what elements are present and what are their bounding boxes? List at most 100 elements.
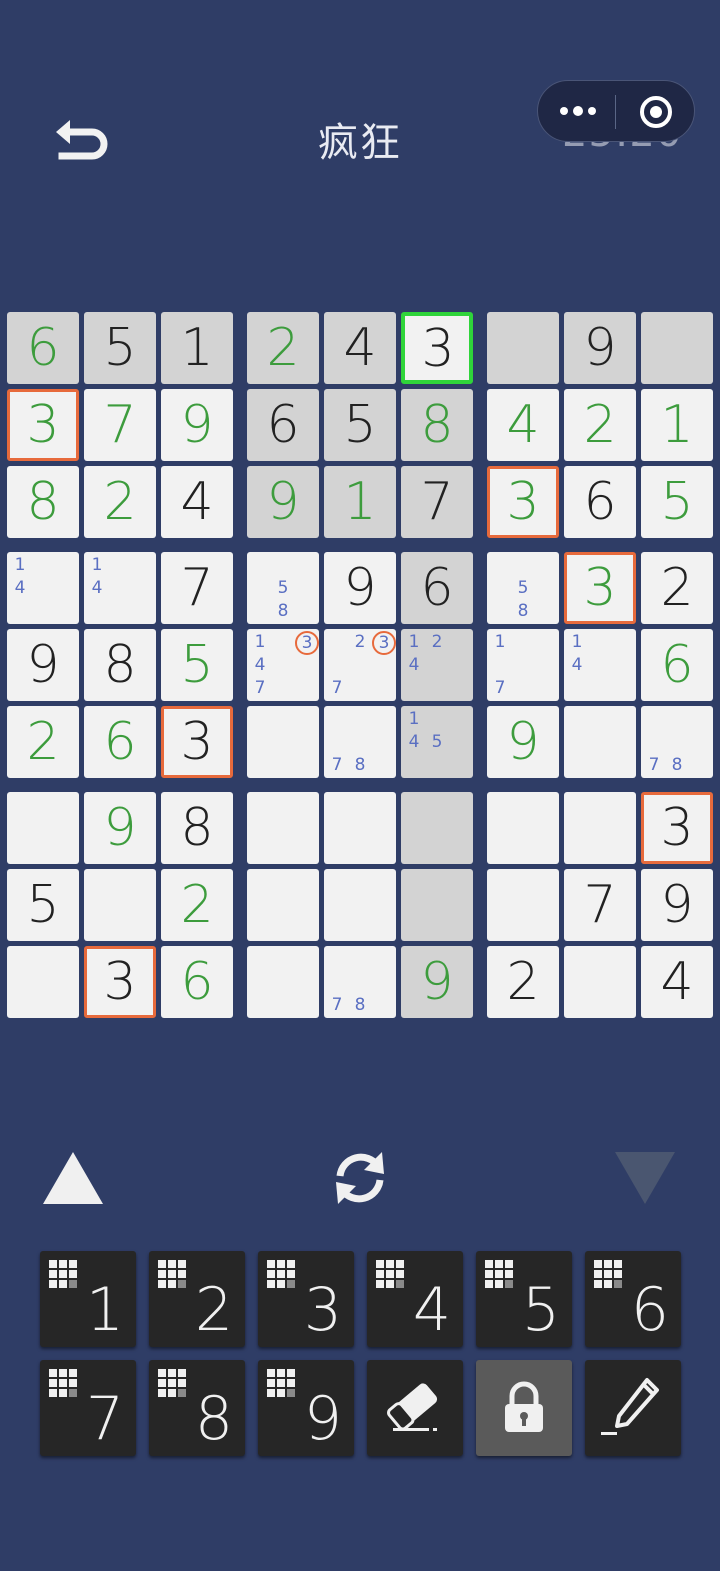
cell-r7c9[interactable]: 3	[641, 792, 713, 864]
cell-r5c1[interactable]: 9	[7, 629, 79, 701]
cell-r2c6[interactable]: 8	[401, 389, 473, 461]
cell-r9c2[interactable]: 3	[84, 946, 156, 1018]
cell-r4c8[interactable]: 3	[564, 552, 636, 624]
cell-r1c5[interactable]: 4	[324, 312, 396, 384]
cell-r1c8[interactable]: 9	[564, 312, 636, 384]
pencil-button[interactable]	[585, 1360, 681, 1456]
cell-r9c3[interactable]: 6	[161, 946, 233, 1018]
cell-r5c3[interactable]: 5	[161, 629, 233, 701]
triangle-up-icon[interactable]	[40, 1148, 106, 1208]
cell-r7c3[interactable]: 8	[161, 792, 233, 864]
cell-r9c1[interactable]	[7, 946, 79, 1018]
cell-r3c4[interactable]: 9	[247, 466, 319, 538]
triangle-down-icon[interactable]	[612, 1148, 678, 1208]
digit-key-9[interactable]: 9	[258, 1360, 354, 1456]
cell-r8c9[interactable]: 9	[641, 869, 713, 941]
pencil-note: 7	[331, 755, 343, 775]
cell-r3c5[interactable]: 1	[324, 466, 396, 538]
digit-key-6[interactable]: 6	[585, 1251, 681, 1347]
digit-key-3[interactable]: 3	[258, 1251, 354, 1347]
cell-r6c7[interactable]: 9	[487, 706, 559, 778]
cell-r1c1[interactable]: 6	[7, 312, 79, 384]
cell-r9c9[interactable]: 4	[641, 946, 713, 1018]
cell-r8c6[interactable]	[401, 869, 473, 941]
digit-key-7[interactable]: 7	[40, 1360, 136, 1456]
cell-r9c4[interactable]	[247, 946, 319, 1018]
cell-r9c7[interactable]: 2	[487, 946, 559, 1018]
cell-r8c5[interactable]	[324, 869, 396, 941]
cell-r5c8[interactable]: 14	[564, 629, 636, 701]
cell-r2c9[interactable]: 1	[641, 389, 713, 461]
digit-key-5[interactable]: 5	[476, 1251, 572, 1347]
cell-r2c2[interactable]: 7	[84, 389, 156, 461]
cell-r8c4[interactable]	[247, 869, 319, 941]
pencil-note: 5	[517, 578, 529, 598]
cell-r2c4[interactable]: 6	[247, 389, 319, 461]
cell-r1c2[interactable]: 5	[84, 312, 156, 384]
digit-key-2[interactable]: 2	[149, 1251, 245, 1347]
cell-r2c3[interactable]: 9	[161, 389, 233, 461]
cell-r8c1[interactable]: 5	[7, 869, 79, 941]
cell-r7c2[interactable]: 9	[84, 792, 156, 864]
digit-key-4[interactable]: 4	[367, 1251, 463, 1347]
cell-r7c4[interactable]	[247, 792, 319, 864]
cell-r4c5[interactable]: 9	[324, 552, 396, 624]
cell-r6c4[interactable]	[247, 706, 319, 778]
cell-r6c6[interactable]: 1 45	[401, 706, 473, 778]
cell-value: 6	[26, 318, 60, 378]
cell-r9c5[interactable]: 78	[324, 946, 396, 1018]
cell-r5c4[interactable]: 1 3 4 7	[247, 629, 319, 701]
cell-r6c8[interactable]	[564, 706, 636, 778]
cell-r8c3[interactable]: 2	[161, 869, 233, 941]
cell-r2c7[interactable]: 4	[487, 389, 559, 461]
cell-r9c8[interactable]	[564, 946, 636, 1018]
cell-r6c9[interactable]: 78	[641, 706, 713, 778]
cell-r8c7[interactable]	[487, 869, 559, 941]
cell-r5c7[interactable]: 17	[487, 629, 559, 701]
cell-r7c1[interactable]	[7, 792, 79, 864]
cell-r1c9[interactable]	[641, 312, 713, 384]
cell-r3c1[interactable]: 8	[7, 466, 79, 538]
cell-r1c4[interactable]: 2	[247, 312, 319, 384]
cell-r1c6[interactable]: 3	[401, 312, 473, 384]
eraser-button[interactable]	[367, 1360, 463, 1456]
digit-key-1[interactable]: 1	[40, 1251, 136, 1347]
refresh-icon[interactable]	[324, 1142, 396, 1214]
cell-r5c6[interactable]: 124	[401, 629, 473, 701]
cell-r8c2[interactable]	[84, 869, 156, 941]
cell-r3c6[interactable]: 7	[401, 466, 473, 538]
cell-r4c4[interactable]: 58	[247, 552, 319, 624]
cell-r1c3[interactable]: 1	[161, 312, 233, 384]
cell-r1c7[interactable]	[487, 312, 559, 384]
cell-r5c2[interactable]: 8	[84, 629, 156, 701]
cell-r4c6[interactable]: 6	[401, 552, 473, 624]
cell-r3c8[interactable]: 6	[564, 466, 636, 538]
cell-r5c9[interactable]: 6	[641, 629, 713, 701]
cell-r3c9[interactable]: 5	[641, 466, 713, 538]
digit-key-8[interactable]: 8	[149, 1360, 245, 1456]
cell-r3c3[interactable]: 4	[161, 466, 233, 538]
cell-r7c8[interactable]	[564, 792, 636, 864]
cell-r8c8[interactable]: 7	[564, 869, 636, 941]
cell-r6c1[interactable]: 2	[7, 706, 79, 778]
cell-r7c7[interactable]	[487, 792, 559, 864]
cell-r9c6[interactable]: 9	[401, 946, 473, 1018]
cell-r3c7[interactable]: 3	[487, 466, 559, 538]
cell-r6c3[interactable]: 3	[161, 706, 233, 778]
cell-r7c5[interactable]	[324, 792, 396, 864]
cell-r2c1[interactable]: 3	[7, 389, 79, 461]
cell-r6c5[interactable]: 78	[324, 706, 396, 778]
cell-r2c5[interactable]: 5	[324, 389, 396, 461]
cell-r4c3[interactable]: 7	[161, 552, 233, 624]
cell-r4c7[interactable]: 58	[487, 552, 559, 624]
lock-button[interactable]	[476, 1360, 572, 1456]
cell-r4c2[interactable]: 14	[84, 552, 156, 624]
cell-r5c5[interactable]: 23 7	[324, 629, 396, 701]
cell-r7c6[interactable]	[401, 792, 473, 864]
cell-r4c9[interactable]: 2	[641, 552, 713, 624]
cell-r6c2[interactable]: 6	[84, 706, 156, 778]
cell-value: 9	[583, 318, 617, 378]
cell-r3c2[interactable]: 2	[84, 466, 156, 538]
cell-r4c1[interactable]: 14	[7, 552, 79, 624]
cell-r2c8[interactable]: 2	[564, 389, 636, 461]
